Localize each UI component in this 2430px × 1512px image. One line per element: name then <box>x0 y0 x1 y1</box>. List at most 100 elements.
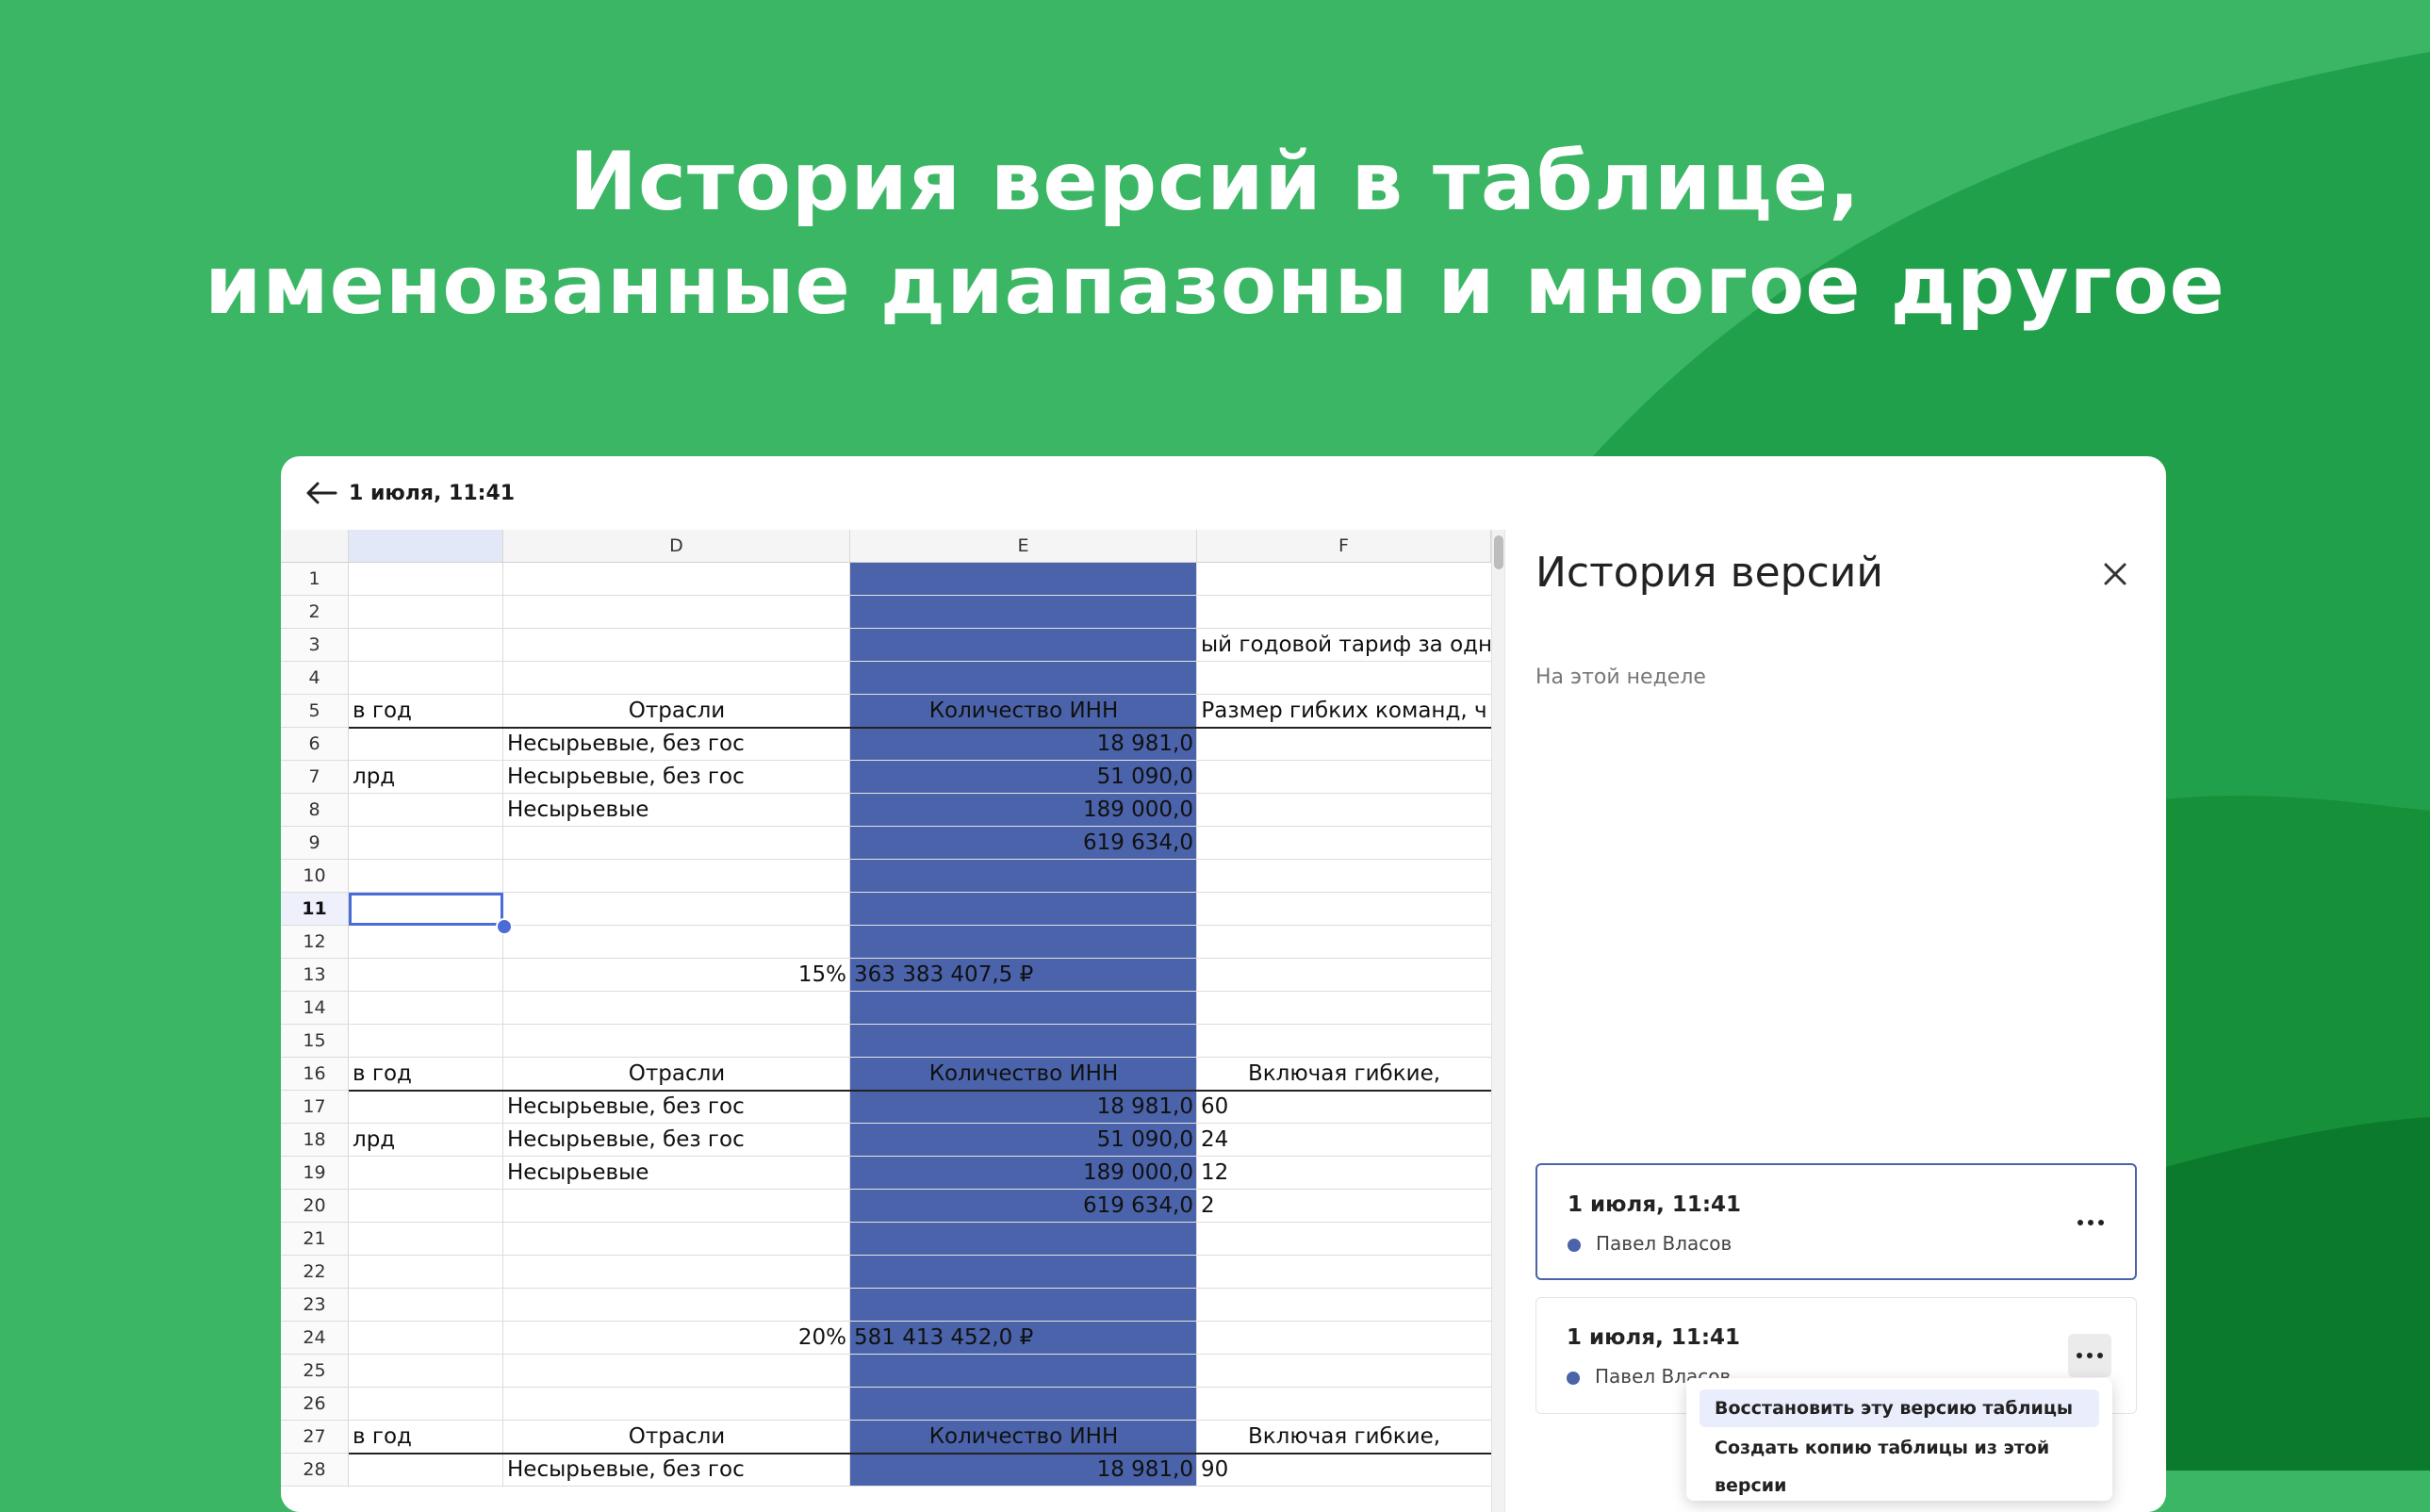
row-header[interactable]: 7 <box>281 761 349 794</box>
table-cell[interactable]: 2 <box>1197 1190 1491 1223</box>
row-header[interactable]: 12 <box>281 926 349 959</box>
table-cell[interactable]: Отрасли <box>503 1421 850 1454</box>
arrow-left-icon[interactable] <box>302 477 339 509</box>
column-header[interactable]: F <box>1197 530 1491 563</box>
row-header[interactable]: 16 <box>281 1058 349 1091</box>
table-cell[interactable]: Размер гибких команд, ч <box>1197 695 1491 728</box>
grid-horizontal-line <box>850 1024 1197 1025</box>
table-cell[interactable]: в год <box>349 1058 503 1091</box>
row-header[interactable]: 15 <box>281 1025 349 1058</box>
table-cell[interactable]: Несырьевые, без гос <box>503 1091 850 1124</box>
table-cell[interactable]: 581 413 452,0 ₽ <box>850 1322 1197 1355</box>
table-cell[interactable]: 189 000,0 <box>850 794 1197 827</box>
row-header[interactable]: 25 <box>281 1355 349 1388</box>
row-header[interactable]: 23 <box>281 1289 349 1322</box>
table-cell[interactable]: Количество ИНН <box>850 695 1197 728</box>
table-cell[interactable]: ый годовой тариф за одно м <box>1197 629 1491 662</box>
table-cell[interactable]: Количество ИНН <box>850 1058 1197 1091</box>
grid-horizontal-line <box>850 1255 1197 1256</box>
table-cell[interactable]: 18 981,0 <box>850 728 1197 761</box>
row-header[interactable]: 21 <box>281 1223 349 1256</box>
grid-horizontal-line <box>850 661 1197 662</box>
row-header[interactable]: 3 <box>281 629 349 662</box>
headline-line-2: именованные диапазоны и многое другое <box>205 238 2225 333</box>
column-header[interactable]: E <box>850 530 1197 563</box>
column-header[interactable]: D <box>503 530 850 563</box>
version-author: Павел Власов <box>1596 1232 1732 1255</box>
row-header[interactable]: 18 <box>281 1124 349 1157</box>
spreadsheet-grid[interactable]: DEF123ый годовой тариф за одно м45в годО… <box>281 530 1504 1512</box>
copy-version-item[interactable]: Создать копию таблицы из этой версии <box>1699 1429 2099 1496</box>
table-cell[interactable]: Несырьевые, без гос <box>503 761 850 794</box>
table-cell[interactable]: Количество ИНН <box>850 1421 1197 1454</box>
table-cell[interactable]: 619 634,0 <box>850 1190 1197 1223</box>
row-header[interactable]: 19 <box>281 1157 349 1190</box>
author-dot <box>1568 1239 1581 1252</box>
table-cell[interactable]: 51 090,0 <box>850 761 1197 794</box>
row-header[interactable]: 17 <box>281 1091 349 1124</box>
row-header[interactable]: 1 <box>281 563 349 596</box>
grid-horizontal-line <box>850 595 1197 596</box>
row-header[interactable]: 27 <box>281 1421 349 1454</box>
version-topbar: 1 июля, 11:41 <box>281 456 2166 531</box>
row-header[interactable]: 5 <box>281 695 349 728</box>
row-header[interactable]: 14 <box>281 992 349 1025</box>
table-cell[interactable]: 20% <box>503 1322 850 1355</box>
table-cell[interactable]: 189 000,0 <box>850 1157 1197 1190</box>
table-cell[interactable]: 51 090,0 <box>850 1124 1197 1157</box>
more-horizontal-icon <box>2077 1353 2103 1358</box>
row-header[interactable]: 22 <box>281 1256 349 1289</box>
close-icon[interactable] <box>2099 558 2131 590</box>
row-header[interactable]: 13 <box>281 959 349 992</box>
version-history-panel: История версий На этой неделе 1 июля, 11… <box>1504 530 2166 1512</box>
table-cell[interactable]: Несырьевые <box>503 1157 850 1190</box>
table-cell[interactable]: 18 981,0 <box>850 1091 1197 1124</box>
table-cell[interactable]: лрд <box>349 1124 503 1157</box>
grid-horizontal-line <box>850 892 1197 893</box>
more-button[interactable] <box>2069 1201 2112 1244</box>
scrollbar-thumb[interactable] <box>1494 535 1503 569</box>
row-header[interactable]: 8 <box>281 794 349 827</box>
table-cell[interactable]: Несырьевые, без гос <box>503 728 850 761</box>
table-cell[interactable]: лрд <box>349 761 503 794</box>
table-cell[interactable]: 619 634,0 <box>850 827 1197 860</box>
column-header[interactable] <box>349 530 503 563</box>
row-header[interactable]: 20 <box>281 1190 349 1223</box>
grid-horizontal-line <box>850 628 1197 629</box>
table-cell[interactable]: Включая гибкие, <box>1197 1058 1491 1091</box>
table-cell[interactable]: 12 <box>1197 1157 1491 1190</box>
row-header[interactable]: 26 <box>281 1388 349 1421</box>
table-cell[interactable]: Отрасли <box>503 1058 850 1091</box>
grid-horizontal-line <box>850 1288 1197 1289</box>
vertical-scrollbar[interactable] <box>1491 530 1504 1512</box>
more-button[interactable] <box>2068 1334 2111 1377</box>
headline-line-1: История версий в таблице, <box>569 135 1861 229</box>
row-header[interactable]: 24 <box>281 1322 349 1355</box>
table-cell[interactable]: 24 <box>1197 1124 1491 1157</box>
table-cell[interactable]: Отрасли <box>503 695 850 728</box>
row-header[interactable]: 4 <box>281 662 349 695</box>
selected-cell[interactable] <box>349 893 503 926</box>
restore-version-item[interactable]: Восстановить эту версию таблицы <box>1699 1389 2099 1427</box>
row-header[interactable]: 11 <box>281 893 349 926</box>
table-cell[interactable]: Несырьевые <box>503 794 850 827</box>
version-title: 1 июля, 11:41 <box>349 482 516 505</box>
panel-title: История версий <box>1535 549 1883 597</box>
row-header[interactable]: 2 <box>281 596 349 629</box>
table-cell[interactable]: в год <box>349 695 503 728</box>
table-cell[interactable]: Несырьевые, без гос <box>503 1124 850 1157</box>
section-label: На этой неделе <box>1535 666 1706 689</box>
version-time: 1 июля, 11:41 <box>1567 1325 1741 1350</box>
corner-cell[interactable] <box>281 530 349 563</box>
table-cell[interactable]: в год <box>349 1421 503 1454</box>
row-header[interactable]: 6 <box>281 728 349 761</box>
version-card[interactable]: 1 июля, 11:41 Павел Власов <box>1535 1163 2137 1280</box>
version-time: 1 июля, 11:41 <box>1568 1192 1742 1217</box>
row-header[interactable]: 9 <box>281 827 349 860</box>
selection-fill-handle[interactable] <box>496 918 513 935</box>
row-header[interactable]: 10 <box>281 860 349 893</box>
table-cell[interactable]: 363 383 407,5 ₽ <box>850 959 1197 992</box>
table-cell[interactable]: 15% <box>503 959 850 992</box>
table-cell[interactable]: 60 <box>1197 1091 1491 1124</box>
table-cell[interactable]: Включая гибкие, <box>1197 1421 1491 1454</box>
